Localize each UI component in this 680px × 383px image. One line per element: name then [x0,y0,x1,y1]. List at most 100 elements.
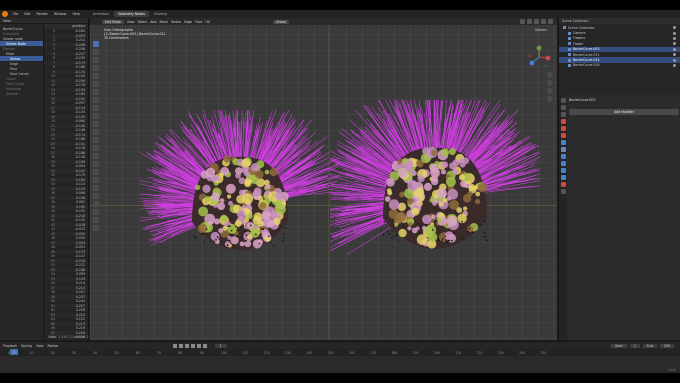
menu-playback[interactable]: Playback [3,344,17,348]
select-box-tool-icon[interactable] [93,41,99,47]
navigation-gizmo[interactable] [527,45,551,69]
scale-tool-icon[interactable] [93,73,99,79]
playhead[interactable]: 1 [10,349,18,355]
cursor-tool-icon[interactable] [93,49,99,55]
menu-vertex[interactable]: Vertex [171,20,181,24]
end-frame-field[interactable]: 250 [659,343,674,348]
menu-uv[interactable]: UV [205,20,210,24]
measure-tool-icon[interactable] [93,97,99,103]
rendered-shading-icon[interactable] [548,19,553,24]
menu-select[interactable]: Select [137,20,147,24]
render-tab-icon[interactable] [560,105,566,110]
transform-orientation[interactable]: Global [272,19,290,24]
physics-tab-icon[interactable] [560,161,566,166]
annotate-tool-icon[interactable] [93,89,99,95]
camera-view-icon[interactable] [547,88,553,94]
xray-toggle-icon[interactable] [527,19,532,24]
menu-file[interactable]: File [10,12,21,16]
knife-tool-icon[interactable] [93,137,99,143]
pan-icon[interactable] [547,80,553,86]
menu-marker[interactable]: Marker [48,344,59,348]
menu-keying[interactable]: Keying [21,344,32,348]
mode-selector[interactable]: Edit Mode [102,19,124,24]
solid-shading-icon[interactable] [534,19,539,24]
perspective-toggle-icon[interactable] [547,96,553,102]
timeline-tracks[interactable] [0,356,680,373]
menu-view[interactable]: View [127,20,135,24]
overlay-toggle-icon[interactable] [520,19,525,24]
column-header-position[interactable]: position [57,24,85,29]
smooth-tool-icon[interactable] [93,161,99,167]
ring-tool-icon[interactable] [93,225,99,231]
jump-start-icon[interactable] [172,343,177,348]
shear-tool-icon[interactable] [93,185,99,191]
menu-face[interactable]: Face [195,20,202,24]
sphere-tool-icon[interactable] [93,201,99,207]
rip-tool-icon[interactable] [93,193,99,199]
poly-build-tool-icon[interactable] [93,145,99,151]
subdivide-tool-icon[interactable] [93,217,99,223]
visibility-eye-icon[interactable] [673,42,676,46]
next-keyframe-icon[interactable] [196,343,201,348]
play-icon[interactable] [190,343,195,348]
spin-tool-icon[interactable] [93,153,99,159]
frame-ruler[interactable]: 0102030405060708090100110120130140150160… [0,349,680,356]
constraints-tab-icon[interactable] [560,168,566,173]
material-shading-icon[interactable] [541,19,546,24]
menu-help[interactable]: Help [69,12,82,16]
menu-timeline-view[interactable]: View [36,344,44,348]
output-tab-icon[interactable] [560,112,566,117]
visibility-eye-icon[interactable] [673,26,676,30]
bevel-tool-icon[interactable] [93,121,99,127]
outliner-item[interactable]: BezierCurve.016 [559,63,680,68]
menu-edit[interactable]: Edit [21,12,33,16]
extrude-tool-icon[interactable] [93,105,99,111]
add-modifier-button[interactable]: Add Modifier [569,109,679,115]
material-tab-icon[interactable] [560,182,566,187]
tool-tab-icon[interactable] [560,98,566,103]
visibility-eye-icon[interactable] [673,58,676,62]
current-frame-field[interactable]: 1 [214,343,227,348]
play-reverse-icon[interactable] [184,343,189,348]
tab-geometry-nodes[interactable]: Geometry Nodes [114,11,149,17]
view-layer-tab-icon[interactable] [560,119,566,124]
menu-mesh[interactable]: Mesh [159,20,167,24]
material-tool-icon[interactable] [93,209,99,215]
data-tree-item[interactable]: Volume [0,91,43,96]
texture-tab-icon[interactable] [560,189,566,194]
3d-viewport[interactable]: Edit Mode View Select Add Mesh Vertex Ed… [90,18,557,340]
prev-keyframe-icon[interactable] [178,343,183,348]
visibility-eye-icon[interactable] [673,63,676,67]
tab-shading[interactable]: Shading [150,11,171,17]
menu-window[interactable]: Window [51,12,70,16]
modifier-tab-icon[interactable] [560,147,566,152]
data-tab-icon[interactable] [560,175,566,180]
visibility-eye-icon[interactable] [673,31,676,35]
transform-tool-icon[interactable] [93,81,99,87]
menu-render[interactable]: Render [34,12,51,16]
menu-add[interactable]: Add [150,20,156,24]
move-tool-icon[interactable] [93,57,99,63]
loop-cut-tool-icon[interactable] [93,129,99,135]
options-dropdown[interactable]: Options [535,28,547,32]
jump-end-icon[interactable] [202,343,207,348]
flower-hair-object-right[interactable] [330,100,540,300]
menu-edge[interactable]: Edge [184,20,192,24]
spreadsheet-view-menu[interactable]: View [3,19,11,23]
zoom-icon[interactable] [547,72,553,78]
world-tab-icon[interactable] [560,133,566,138]
start-frame-field[interactable]: 1 [629,343,640,348]
inset-tool-icon[interactable] [93,113,99,119]
rotate-tool-icon[interactable] [93,65,99,71]
flower-hair-object-left[interactable] [140,110,340,290]
shrink-fatten-tool-icon[interactable] [93,177,99,183]
tab-animation[interactable]: Animation [89,11,113,17]
edge-slide-tool-icon[interactable] [93,169,99,175]
visibility-eye-icon[interactable] [673,36,676,40]
scene-tab-icon[interactable] [560,126,566,131]
blender-logo-icon[interactable] [2,11,8,17]
visibility-eye-icon[interactable] [673,53,676,57]
object-tab-icon[interactable] [560,140,566,145]
visibility-eye-icon[interactable] [673,47,676,51]
particles-tab-icon[interactable] [560,154,566,159]
